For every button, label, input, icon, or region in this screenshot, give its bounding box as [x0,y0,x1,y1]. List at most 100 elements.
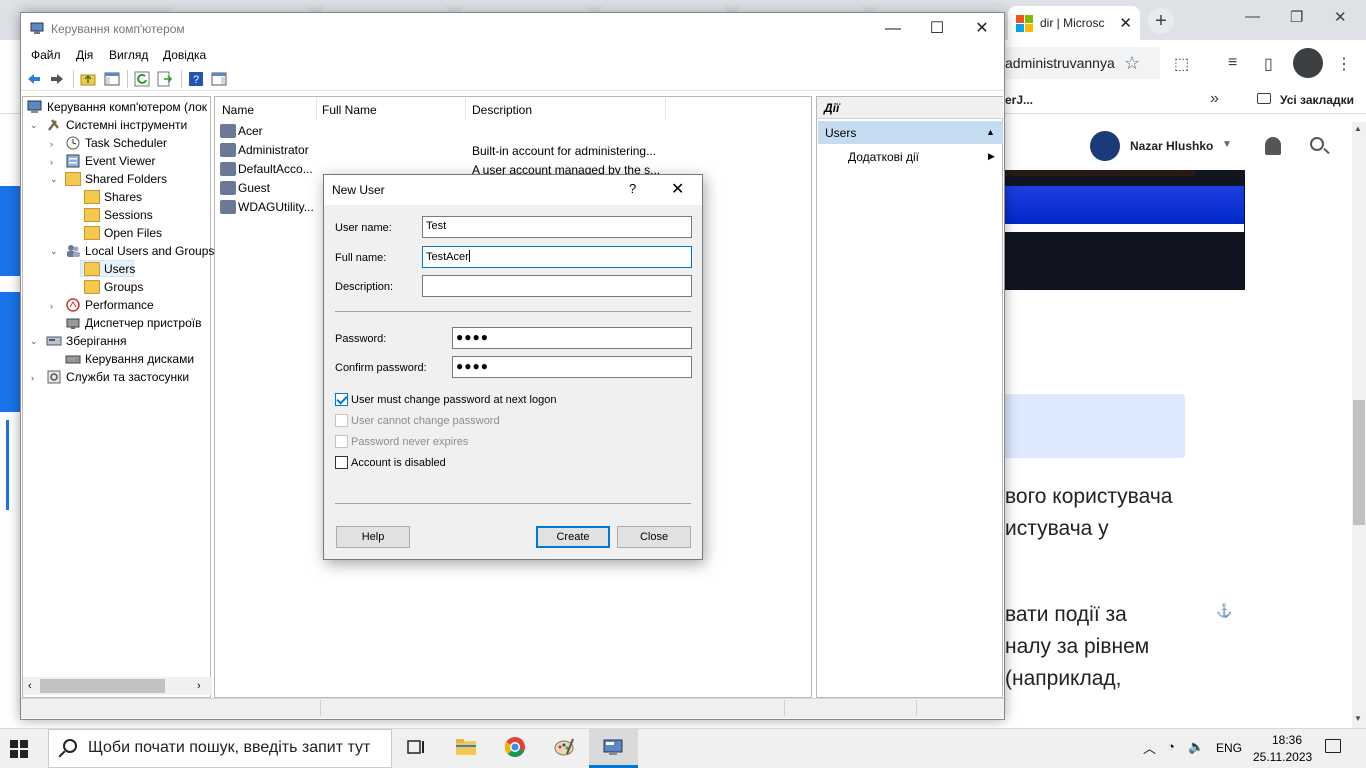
taskbar-search-placeholder[interactable]: Щоби почати пошук, введіть запит тут [88,739,370,757]
bookmark-item[interactable]: erJ... [1005,93,1033,107]
clock-date[interactable]: 25.11.2023 [1253,750,1312,764]
user-name-field[interactable]: Test [422,216,692,238]
chevron-down-icon[interactable]: ⌄ [50,174,58,185]
must-change-password-checkbox[interactable] [335,393,348,406]
notifications-icon[interactable] [1325,739,1341,753]
tree-item-users[interactable]: Users [84,260,135,278]
show-hidden-icons-icon[interactable]: ︿ [1143,738,1156,757]
close-icon[interactable]: ✕ [671,179,684,199]
new-tab-button[interactable]: + [1148,8,1174,34]
scroll-right-icon[interactable]: › [197,680,201,692]
file-explorer-icon[interactable] [455,736,477,758]
column-header-full-name[interactable]: Full Name [322,103,377,117]
all-bookmarks-link[interactable]: Усі закладки [1280,93,1354,107]
checkbox-label[interactable]: Account is disabled [351,457,446,469]
tab-close-icon[interactable]: ✕ [1119,14,1132,32]
maximize-icon[interactable]: ☐ [914,17,960,41]
tree-item-sessions[interactable]: Sessions [84,206,153,224]
refresh-icon[interactable] [134,71,150,87]
chevron-down-icon[interactable]: ⌄ [30,336,38,347]
export-list-icon[interactable] [157,71,173,87]
tree-item-task-scheduler[interactable]: Task Scheduler [65,134,167,152]
table-row[interactable]: WDAGUtility... [220,198,314,216]
up-folder-icon[interactable] [80,71,96,87]
close-button[interactable]: Close [617,526,691,548]
bookmarks-more-icon[interactable]: » [1210,90,1219,108]
tree-item-disk-management[interactable]: Керування дисками [65,350,194,368]
close-icon[interactable]: ✕ [959,17,1005,41]
tree-item-shared-folders[interactable]: Shared Folders [65,170,167,188]
password-field[interactable]: ●●●● [452,327,692,349]
tree-item-storage[interactable]: Зберігання [46,332,127,350]
minimize-icon[interactable]: — [870,17,916,41]
tree-item-event-viewer[interactable]: Event Viewer [65,152,155,170]
browser-minimize-icon[interactable]: — [1245,8,1260,25]
menu-help[interactable]: Довідка [163,48,206,62]
bell-icon[interactable] [1265,137,1281,155]
chevron-right-icon[interactable]: › [50,157,53,167]
browser-profile-avatar[interactable] [1293,48,1323,78]
column-header-name[interactable]: Name [222,103,254,117]
chevron-right-icon[interactable]: › [31,373,34,383]
scroll-down-icon[interactable]: ▼ [1354,714,1362,723]
tree-item-local-users-groups[interactable]: Local Users and Groups [65,242,214,260]
help-icon[interactable]: ? [629,181,636,196]
user-avatar[interactable] [1090,131,1120,161]
tree-item-open-files[interactable]: Open Files [84,224,162,242]
tree-item-system-tools[interactable]: Системні інструменти [46,116,187,134]
column-separator[interactable] [665,98,666,120]
address-bar-url[interactable]: administruvannya [1005,55,1115,71]
tree-item-groups[interactable]: Groups [84,278,143,296]
browser-tab-active[interactable]: dir | Microsc ✕ [1008,6,1140,40]
show-hide-console-tree-icon[interactable] [104,71,120,87]
help-button[interactable]: Help [336,526,410,548]
browser-restore-icon[interactable]: ❐ [1290,8,1303,26]
volume-icon[interactable]: 🔈 [1188,739,1204,755]
help-icon[interactable]: ? [188,71,204,87]
tree-item-shares[interactable]: Shares [84,188,142,206]
side-panel-icon[interactable]: ▯ [1264,54,1273,74]
windows-start-icon[interactable] [10,740,28,758]
chevron-down-icon[interactable]: ⌄ [50,246,58,257]
column-header-description[interactable]: Description [472,103,532,117]
chevron-down-icon[interactable]: ▼ [1222,139,1232,150]
create-button[interactable]: Create [536,526,610,548]
column-separator[interactable] [465,98,466,120]
description-field[interactable] [422,275,692,297]
table-row[interactable]: DefaultAcco... [220,160,313,178]
tree-item-root[interactable]: Керування комп'ютером (лок [27,98,207,116]
paint-app-icon[interactable] [553,736,575,758]
forward-arrow-icon[interactable] [49,71,65,87]
actions-section-users[interactable]: Users [818,121,1003,144]
menu-file[interactable]: Файл [31,48,61,62]
tree-item-device-manager[interactable]: Диспетчер пристроїв [65,314,201,332]
table-row[interactable]: Administrator [220,141,309,159]
browser-menu-icon[interactable]: ⋮ [1336,54,1352,74]
full-name-field[interactable]: TestAcer [422,246,692,268]
table-row[interactable]: Acer [220,122,263,140]
scroll-up-icon[interactable]: ▲ [1354,124,1362,133]
network-icon[interactable]: ◔ [1167,739,1175,754]
scroll-left-icon[interactable]: ‹ [28,680,32,692]
bookmark-star-icon[interactable]: ☆ [1124,53,1140,74]
menu-view[interactable]: Вигляд [109,48,148,62]
menu-action[interactable]: Дія [76,48,93,62]
browser-close-icon[interactable]: ✕ [1334,8,1347,26]
site-user-name[interactable]: Nazar Hlushko [1130,139,1213,153]
tree-scrollbar-thumb[interactable] [40,679,165,693]
extensions-icon[interactable]: ⬚ [1174,54,1189,74]
submenu-arrow-icon[interactable]: ▶ [988,151,995,162]
media-controls-icon[interactable]: ≡ [1228,54,1237,72]
chevron-right-icon[interactable]: › [50,301,53,311]
anchor-icon[interactable]: ⚓ [1216,603,1232,619]
show-hide-action-pane-icon[interactable] [211,71,227,87]
chevron-right-icon[interactable]: › [50,139,53,149]
column-separator[interactable] [316,98,317,120]
collapse-up-icon[interactable]: ▲ [986,127,995,137]
account-disabled-checkbox[interactable] [335,456,348,469]
task-view-icon[interactable] [405,736,427,758]
clock-time[interactable]: 18:36 [1267,733,1307,747]
confirm-password-field[interactable]: ●●●● [452,356,692,378]
language-indicator[interactable]: ENG [1216,741,1242,755]
page-scrollbar-thumb[interactable] [1353,400,1365,525]
